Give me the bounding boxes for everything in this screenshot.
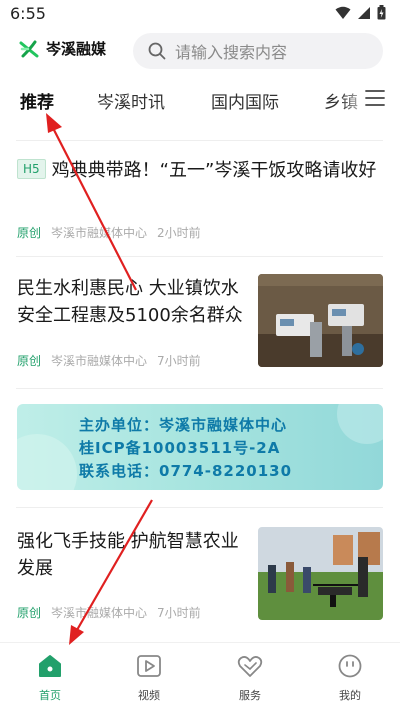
article-source: 岑溪市融媒体中心 [51,606,148,620]
article-time: 7小时前 [157,606,201,620]
status-icons [335,5,386,20]
nav-service-label: 服务 [239,689,261,702]
nav-profile-label: 我的 [339,689,361,702]
banner-organizer: 主办单位：岑溪市融媒体中心 [79,416,288,434]
search-icon [148,42,166,60]
app-logo[interactable]: 岑溪融媒 [18,38,106,59]
channel-menu-icon[interactable] [364,88,386,108]
wifi-icon [335,6,351,19]
nav-profile[interactable]: 我的 [315,653,385,703]
article-title: H5 鸡典典带路！“五一”岑溪干饭攻略请收好 [17,157,377,184]
article-title: 强化飞手技能 护航智慧农业发展 [17,531,239,579]
original-tag: 原创 [17,606,42,620]
nav-video-label: 视频 [138,689,160,702]
article-item[interactable]: H5 鸡典典带路！“五一”岑溪干饭攻略请收好 原创 岑溪市融媒体中心 2小时前 [0,150,400,250]
article-source: 岑溪市融媒体中心 [51,354,148,368]
h5-badge: H5 [17,159,46,179]
article-divider [16,256,383,257]
tabs-divider [16,140,383,141]
article-meta: 原创 岑溪市融媒体中心 7小时前 [17,352,201,369]
app-header: 岑溪融媒 请输入搜索内容 [0,28,400,74]
article-time: 2小时前 [157,226,201,240]
logo-icon [19,40,39,57]
nav-home-label: 首页 [39,689,61,702]
channel-tabs: 推荐 岑溪时讯 国内国际 乡镇 [0,80,400,124]
original-tag: 原创 [17,354,42,368]
info-banner[interactable]: 主办单位：岑溪市融媒体中心 桂ICP备10003511号-2A 联系电话：077… [17,404,383,490]
article-title-text: 鸡典典带路！“五一”岑溪干饭攻略请收好 [51,160,377,181]
bottom-nav: 首页 视频 服务 我的 [0,642,400,712]
original-tag: 原创 [17,226,42,240]
tab-cenxi-news[interactable]: 岑溪时讯 [97,88,165,113]
status-bar: 6:55 [0,0,400,28]
article-thumbnail [258,274,383,367]
video-icon [137,655,161,677]
article-item[interactable]: 强化飞手技能 护航智慧农业发展 原创 岑溪市融媒体中心 7小时前 [0,515,400,633]
article-title: 民生水利惠民心 大业镇饮水安全工程惠及5100余名群众 [17,278,243,326]
nav-home[interactable]: 首页 [15,653,85,703]
banner-phone: 联系电话：0774-8220130 [79,462,293,480]
status-time: 6:55 [10,4,46,23]
nav-video[interactable]: 视频 [114,653,184,703]
article-divider [16,388,383,389]
article-source: 岑溪市融媒体中心 [51,226,148,240]
logo-text: 岑溪融媒 [46,40,107,58]
battery-icon [377,5,386,20]
tab-domestic-international[interactable]: 国内国际 [211,88,279,113]
tab-recommend[interactable]: 推荐 [20,88,54,113]
search-box[interactable]: 请输入搜索内容 [133,33,383,69]
article-meta: 原创 岑溪市融媒体中心 7小时前 [17,604,201,621]
article-item[interactable]: 民生水利惠民心 大业镇饮水安全工程惠及5100余名群众 原创 岑溪市融媒体中心 … [0,262,400,380]
article-divider [16,507,383,508]
nav-service[interactable]: 服务 [215,653,285,703]
banner-icp: 桂ICP备10003511号-2A [79,439,281,457]
article-meta: 原创 岑溪市融媒体中心 2小时前 [17,224,201,241]
profile-icon [338,654,362,678]
signal-icon [358,6,370,19]
article-thumbnail [258,527,383,620]
article-time: 7小时前 [157,354,201,368]
service-icon [237,656,263,677]
search-placeholder: 请输入搜索内容 [175,43,288,62]
home-icon [39,655,61,677]
